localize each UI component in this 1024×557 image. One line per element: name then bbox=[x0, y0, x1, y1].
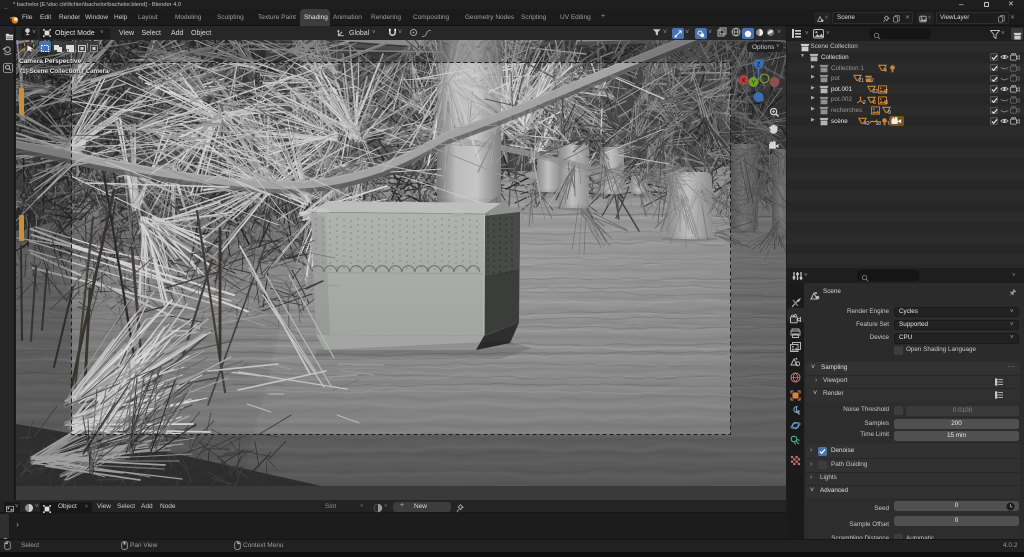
svg-text:X: X bbox=[741, 78, 746, 85]
svg-text:Z: Z bbox=[757, 62, 761, 69]
svg-text:Y: Y bbox=[751, 80, 756, 87]
